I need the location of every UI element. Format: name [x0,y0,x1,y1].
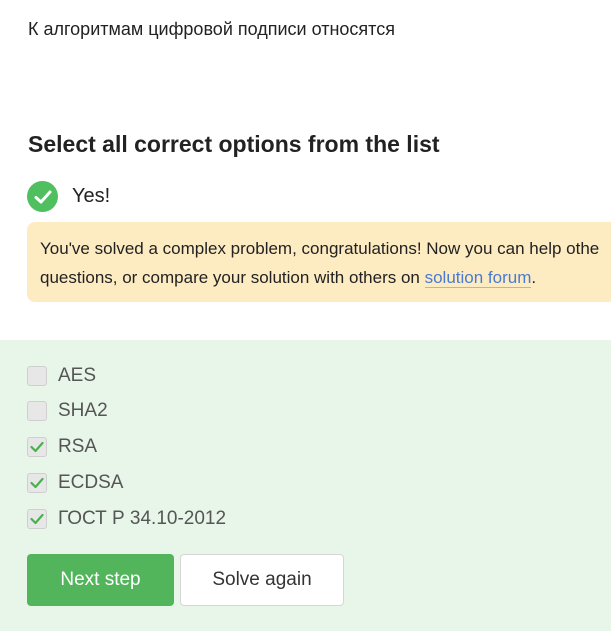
result-text: Yes! [72,185,111,207]
hint-line-2: questions, or compare your solution with… [40,263,611,292]
option-sha2[interactable]: SHA2 [27,400,108,422]
option-label: RSA [58,436,98,457]
next-step-button[interactable]: Next step [27,554,174,606]
result-status: Yes! [27,181,110,212]
hint-box: You've solved a complex problem, congrat… [27,222,611,302]
option-label: AES [58,365,97,386]
checkmark-icon [30,513,44,525]
checkbox[interactable] [27,366,47,386]
checkmark-icon [30,441,44,453]
checkbox[interactable] [27,437,47,457]
option-aes[interactable]: AES [27,365,96,387]
check-circle-icon [27,181,58,212]
checkbox[interactable] [27,473,47,493]
solve-again-button[interactable]: Solve again [180,554,344,606]
instruction-heading: Select all correct options from the list [28,131,440,157]
checkmark-icon [30,477,44,489]
option-label: ECDSA [58,472,124,493]
solution-forum-link[interactable]: solution forum [424,268,532,288]
option-label: ГОСТ Р 34.10-2012 [58,508,227,529]
option-ecdsa[interactable]: ECDSA [27,472,123,494]
checkbox[interactable] [27,509,47,529]
question-text: К алгоритмам цифровой подписи относятся [28,19,395,39]
hint-line-1: You've solved a complex problem, congrat… [40,239,600,258]
hint-line-2-text: questions, or compare your solution with… [40,268,425,287]
option-rsa[interactable]: RSA [27,436,97,458]
hint-line-2-end: . [531,268,537,287]
option-gost[interactable]: ГОСТ Р 34.10-2012 [27,508,226,530]
option-label: SHA2 [58,400,108,421]
checkbox[interactable] [27,401,47,421]
